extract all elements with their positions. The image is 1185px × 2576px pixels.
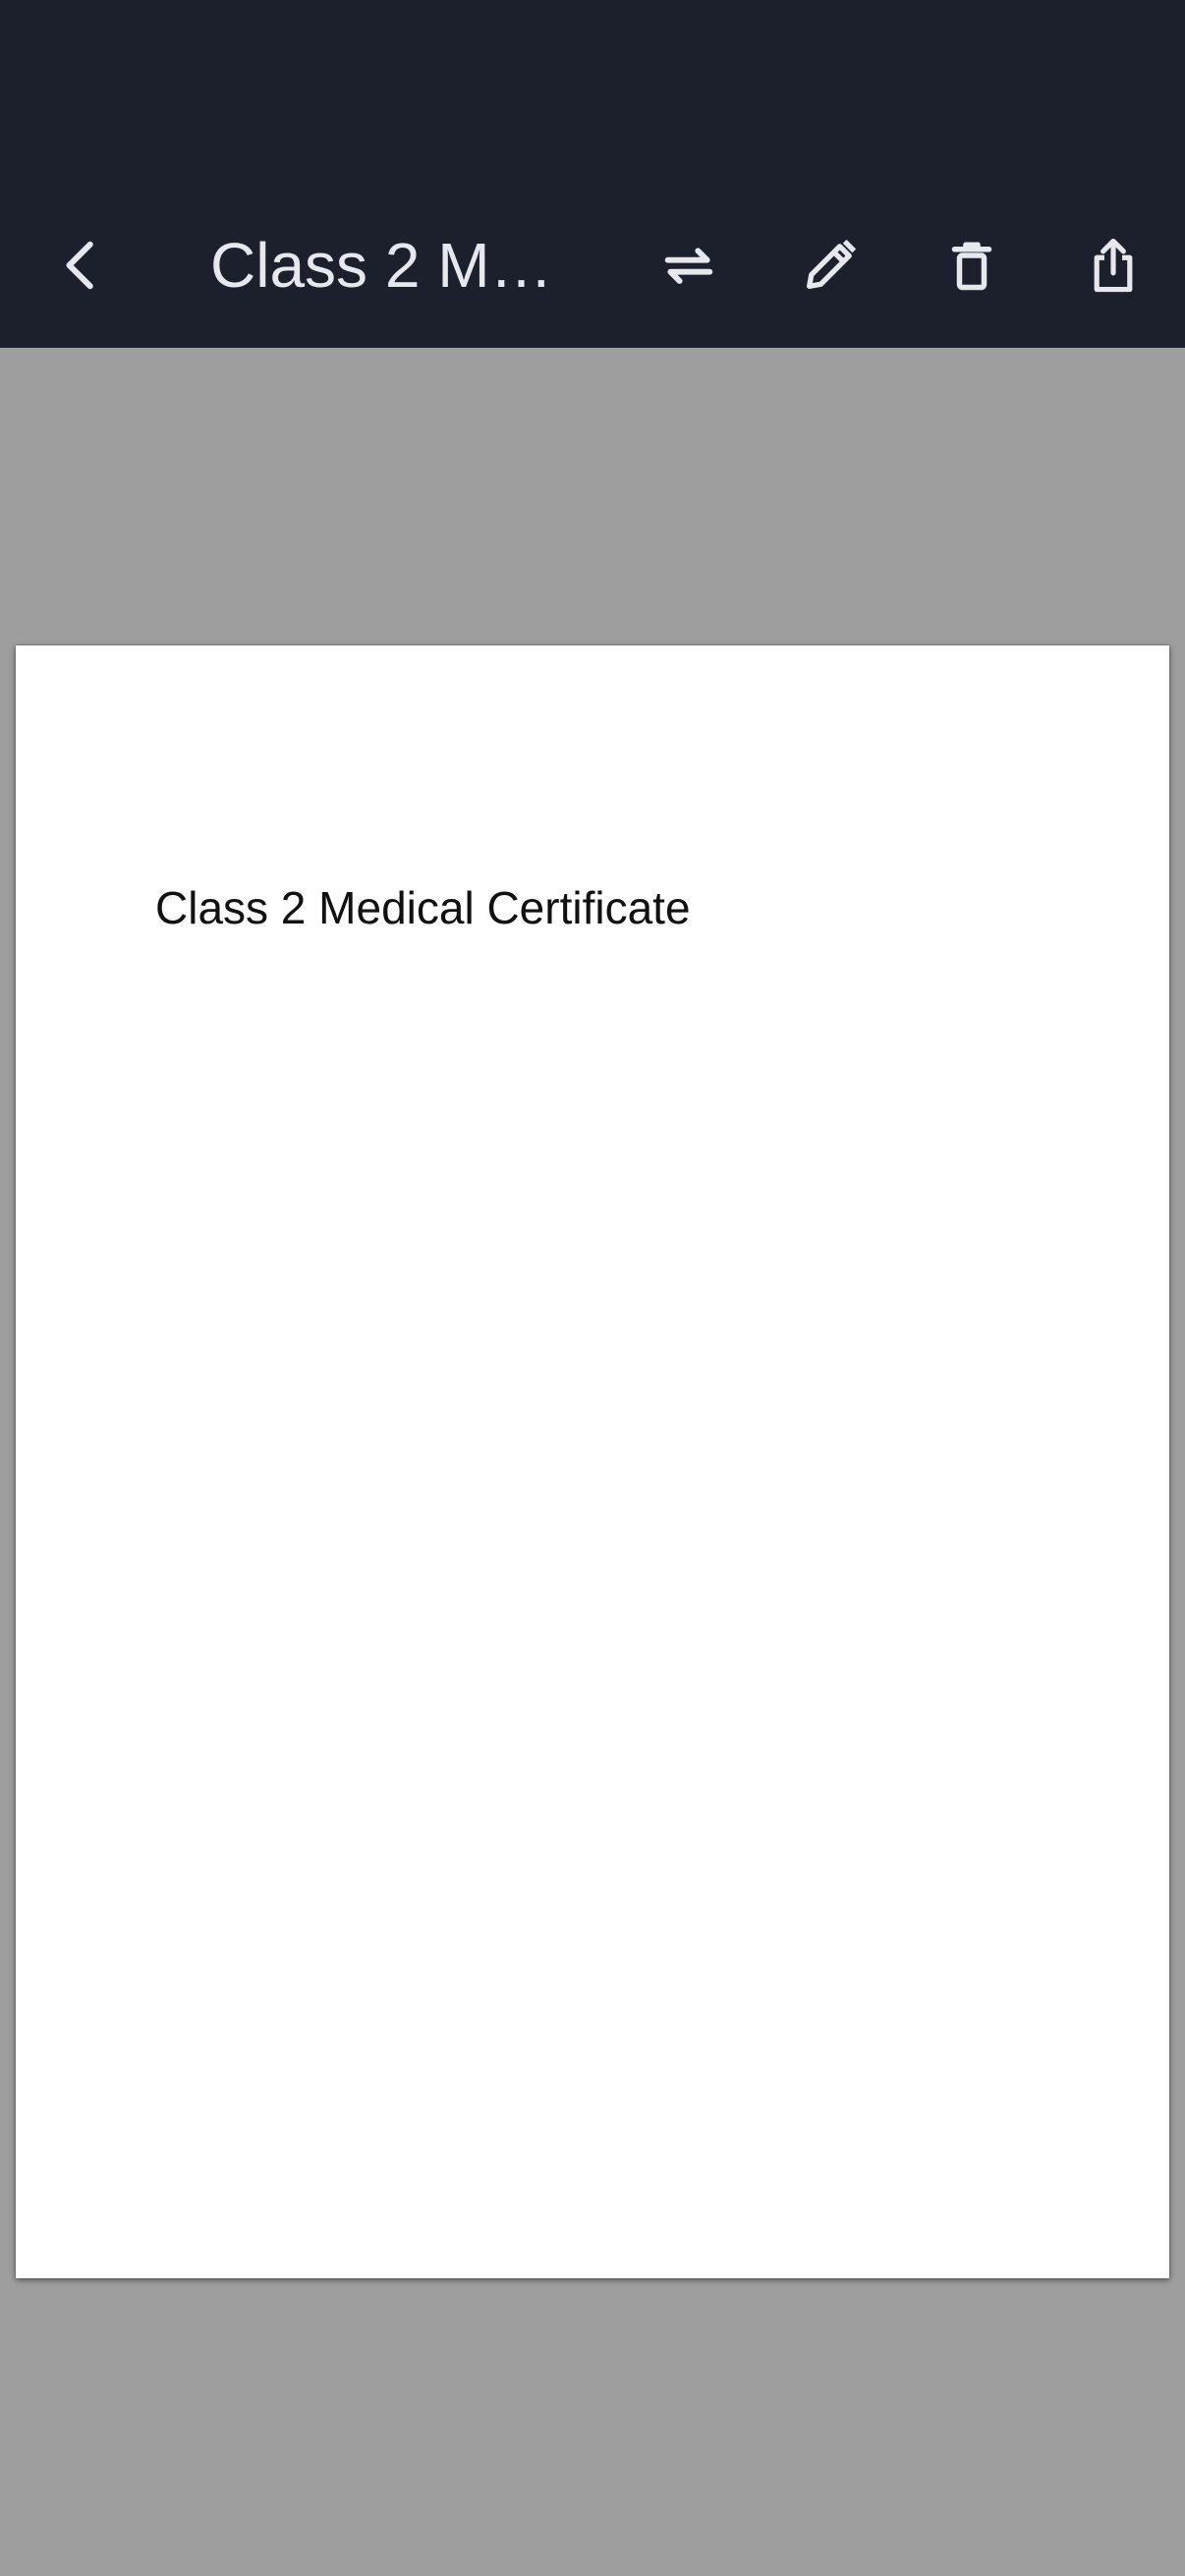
document-page: Class 2 Medical Certificate bbox=[16, 645, 1169, 2278]
swap-button[interactable] bbox=[635, 204, 743, 326]
chevron-left-icon bbox=[66, 241, 93, 290]
pencil-icon bbox=[807, 239, 857, 289]
page-text: Class 2 Medical Certificate bbox=[155, 882, 691, 933]
share-icon bbox=[1094, 238, 1133, 293]
app-bar: Class 2 Me... bbox=[0, 0, 1185, 348]
trash-icon bbox=[951, 242, 992, 291]
share-button[interactable] bbox=[1059, 204, 1167, 326]
delete-button[interactable] bbox=[918, 204, 1026, 326]
toolbar: Class 2 Me... bbox=[0, 204, 1185, 326]
swap-horizontal-icon bbox=[664, 248, 713, 284]
edit-button[interactable] bbox=[776, 204, 884, 326]
document-viewer[interactable]: Class 2 Medical Certificate bbox=[0, 348, 1185, 2576]
back-button[interactable] bbox=[28, 204, 136, 326]
document-title: Class 2 Me... bbox=[210, 230, 564, 301]
